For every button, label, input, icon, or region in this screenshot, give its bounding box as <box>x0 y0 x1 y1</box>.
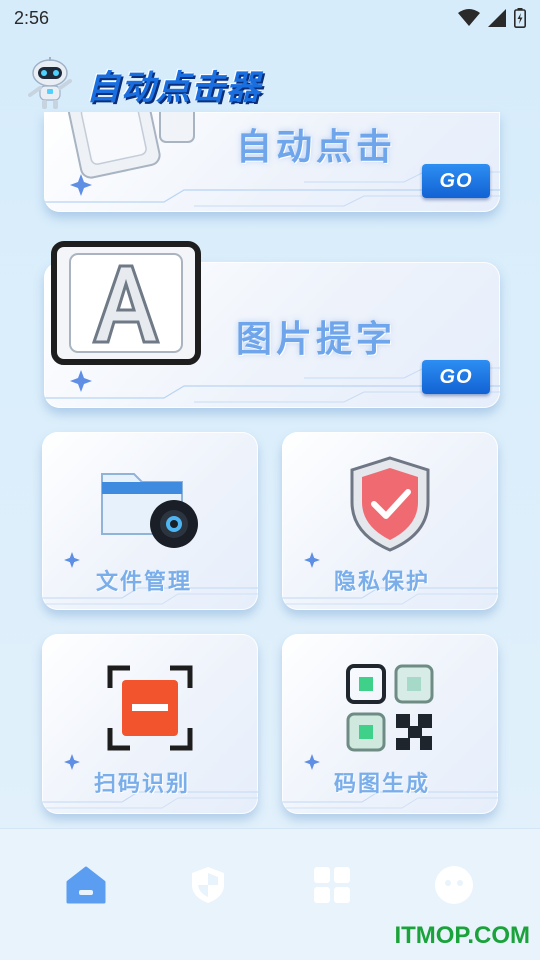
face-icon <box>435 866 473 904</box>
file-manager-label: 文件管理 <box>96 569 193 595</box>
sparkle-icon <box>304 754 320 770</box>
file-manager-tile[interactable]: 文件管理 <box>42 432 258 610</box>
image-to-text-label: 图片提字 <box>236 318 397 360</box>
auto-click-go-button[interactable]: GO <box>422 164 490 198</box>
shield-check-icon <box>350 456 430 552</box>
image-to-text-go-button[interactable]: GO <box>422 360 490 394</box>
nav-security[interactable] <box>186 863 230 907</box>
battery-icon <box>514 8 526 28</box>
nav-profile[interactable] <box>432 863 476 907</box>
qr-generator-tile[interactable]: 码图生成 <box>282 634 498 814</box>
sparkle-icon <box>70 370 92 392</box>
auto-click-label: 自动点击 <box>236 126 397 168</box>
signal-icon <box>488 9 506 27</box>
watermark: ITMOP.COM <box>394 922 530 949</box>
home-icon <box>66 866 106 904</box>
sparkle-icon <box>64 754 80 770</box>
sparkle-icon <box>70 174 92 196</box>
robot-mascot-icon <box>28 57 72 109</box>
qr-code-icon <box>346 664 434 752</box>
scan-code-label: 扫码识别 <box>94 771 191 797</box>
scan-code-tile[interactable]: 扫码识别 <box>42 634 258 814</box>
grid-icon <box>314 867 350 903</box>
app-header: 自动点击器 <box>26 56 326 112</box>
glass-device-icon <box>67 112 195 179</box>
sparkle-icon <box>304 552 320 568</box>
sparkle-icon <box>64 552 80 568</box>
nav-apps[interactable] <box>310 863 354 907</box>
status-bar: 2:56 <box>0 0 540 36</box>
nav-home[interactable] <box>64 863 108 907</box>
wifi-icon <box>458 9 480 26</box>
ai-text-icon <box>51 241 201 365</box>
auto-click-card[interactable]: 自动点击 GO <box>44 112 500 212</box>
scan-icon <box>107 665 193 751</box>
privacy-protection-tile[interactable]: 隐私保护 <box>282 432 498 610</box>
privacy-protection-label: 隐私保护 <box>334 569 431 595</box>
status-icons <box>458 8 526 28</box>
folder-gear-icon <box>101 473 198 548</box>
shield-icon <box>192 867 224 903</box>
qr-generator-label: 码图生成 <box>334 771 431 797</box>
status-time: 2:56 <box>14 7 50 28</box>
app-title: 自动点击器 <box>86 67 261 108</box>
